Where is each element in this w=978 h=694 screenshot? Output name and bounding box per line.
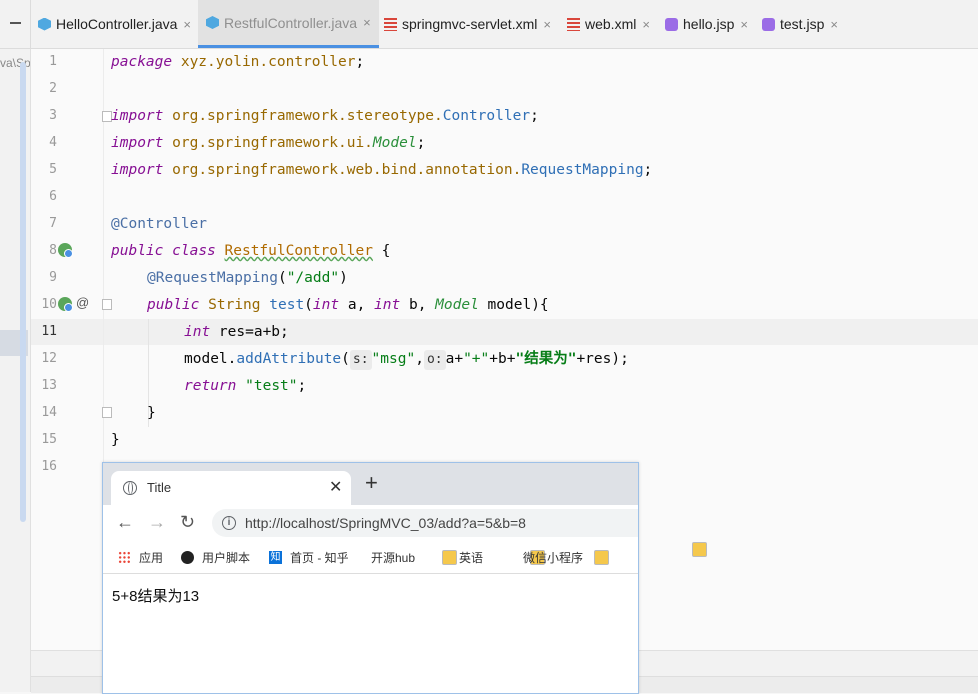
tab-test-jsp[interactable]: test.jsp × xyxy=(762,0,838,48)
browser-tab-title: Title xyxy=(147,480,172,495)
line-number: 5 xyxy=(49,162,57,177)
line-number-current: 11 xyxy=(41,324,57,339)
override-at-icon[interactable]: @ xyxy=(76,295,89,310)
tab-restful-controller[interactable]: RestfulController.java × xyxy=(198,0,379,48)
tab-label: hello.jsp xyxy=(683,16,735,32)
jsp-file-icon xyxy=(762,17,775,31)
folder-icon xyxy=(442,550,457,565)
close-tab-icon[interactable]: ✕ xyxy=(329,477,342,497)
code-line-10: public String test(int a, int b, Model m… xyxy=(147,297,549,313)
bookmark-zhihu[interactable]: 知首页 - 知乎 xyxy=(269,549,349,566)
spring-bean-icon[interactable] xyxy=(58,243,73,258)
java-class-icon xyxy=(38,17,51,31)
folder-icon xyxy=(692,541,707,557)
code-line-8: public class RestfulController { xyxy=(111,243,391,259)
tab-hello-jsp[interactable]: hello.jsp × xyxy=(665,0,748,48)
url-text[interactable]: http://localhost/SpringMVC_03/add?a=5&b=… xyxy=(245,515,526,531)
tab-label: web.xml xyxy=(585,16,637,32)
close-icon[interactable]: × xyxy=(183,17,191,32)
code-line-13: return "test"; xyxy=(184,378,307,394)
zhihu-icon: 知 xyxy=(269,551,282,564)
line-number: 10 xyxy=(41,297,57,312)
line-number: 4 xyxy=(49,135,57,150)
tab-web-xml[interactable]: web.xml × xyxy=(567,0,650,48)
code-line-15: } xyxy=(111,432,120,448)
bookmark-english[interactable]: 英语 xyxy=(459,549,545,566)
project-panel-edge xyxy=(0,49,31,692)
param-hint-o: o: xyxy=(423,350,446,370)
bookmark-wechat-miniprogram[interactable]: 微信小程序 xyxy=(523,549,609,566)
fold-marker-icon[interactable] xyxy=(102,299,112,310)
user-script-icon xyxy=(181,551,194,564)
page-result-text: 5+8结果为13 xyxy=(112,588,200,605)
jsp-file-icon xyxy=(665,17,678,31)
tab-label: RestfulController.java xyxy=(224,14,358,31)
panel-scrollbar[interactable] xyxy=(20,62,26,522)
browser-tab[interactable]: Title ✕ xyxy=(111,471,351,505)
tab-springmvc-servlet-xml[interactable]: springmvc-servlet.xml × xyxy=(384,0,551,48)
editor-tab-bar: HelloController.java × RestfulController… xyxy=(0,0,978,49)
globe-icon xyxy=(123,481,137,495)
minimize-icon[interactable] xyxy=(9,16,22,29)
bookmark-user-scripts[interactable]: 用户脚本 xyxy=(181,549,250,566)
line-number: 3 xyxy=(49,108,57,123)
close-icon[interactable]: × xyxy=(363,15,371,30)
code-line-9: @RequestMapping("/add") xyxy=(147,270,348,286)
close-icon[interactable]: × xyxy=(830,17,838,32)
line-number: 6 xyxy=(49,189,57,204)
line-number: 12 xyxy=(41,351,57,366)
line-number: 7 xyxy=(49,216,57,231)
close-icon[interactable]: × xyxy=(642,17,650,32)
xml-file-icon xyxy=(567,17,580,31)
folder-icon xyxy=(594,550,609,565)
param-hint-s: s: xyxy=(349,350,372,370)
site-info-icon[interactable]: i xyxy=(222,516,236,530)
tab-label: HelloController.java xyxy=(56,16,178,32)
tab-divider xyxy=(30,0,31,48)
tab-label: test.jsp xyxy=(780,16,825,32)
reload-icon[interactable]: ↻ xyxy=(180,511,195,533)
new-tab-icon[interactable]: + xyxy=(365,471,378,495)
code-line-12: model.addAttribute(s: "msg", o: a+"+"+b+"结果… xyxy=(184,346,629,372)
line-number: 14 xyxy=(41,405,57,420)
browser-toolbar: ← → ↻ i http://localhost/SpringMVC_03/ad… xyxy=(103,505,638,541)
back-arrow-icon[interactable]: ← xyxy=(116,511,134,533)
code-line-14: } xyxy=(147,405,156,421)
browser-tab-strip: Title ✕ + xyxy=(103,463,638,505)
browser-window: Title ✕ + ← → ↻ i http://localhost/Sprin… xyxy=(102,462,707,694)
address-bar[interactable]: i http://localhost/SpringMVC_03/add?a=5&… xyxy=(212,509,638,537)
xml-file-icon xyxy=(384,17,397,31)
bookmark-opensource-hub[interactable]: 开源hub xyxy=(371,549,457,566)
code-line-3: import org.springframework.stereotype.Co… xyxy=(111,108,539,124)
line-number: 2 xyxy=(49,81,57,96)
code-line-7: @Controller xyxy=(111,216,208,232)
current-line-highlight xyxy=(31,319,978,345)
line-number: 16 xyxy=(41,459,57,474)
java-class-icon xyxy=(206,16,219,29)
forward-arrow-icon[interactable]: → xyxy=(148,511,166,533)
line-number: 13 xyxy=(41,378,57,393)
line-number: 15 xyxy=(41,432,57,447)
code-line-5: import org.springframework.web.bind.anno… xyxy=(111,162,653,178)
code-line-4: import org.springframework.ui.Model; xyxy=(111,135,426,151)
line-number: 9 xyxy=(49,270,57,285)
line-number: 1 xyxy=(49,54,57,69)
line-number: 8 xyxy=(49,243,57,258)
code-line-1: package xyz.yolin.controller; xyxy=(111,54,365,70)
apps-grid-icon xyxy=(118,551,131,564)
bookmark-apps[interactable]: 应用 xyxy=(118,549,163,566)
fold-marker-icon[interactable] xyxy=(102,407,112,418)
close-icon[interactable]: × xyxy=(543,17,551,32)
bookmarks-bar: 应用 用户脚本 知首页 - 知乎 开源hub 英语 微信小程序 xyxy=(103,541,707,574)
spring-mapping-icon[interactable] xyxy=(58,297,73,312)
tab-label: springmvc-servlet.xml xyxy=(402,16,538,32)
close-icon[interactable]: × xyxy=(740,17,748,32)
code-line-11: int res=a+b; xyxy=(184,324,289,340)
tab-hello-controller[interactable]: HelloController.java × xyxy=(38,0,191,48)
